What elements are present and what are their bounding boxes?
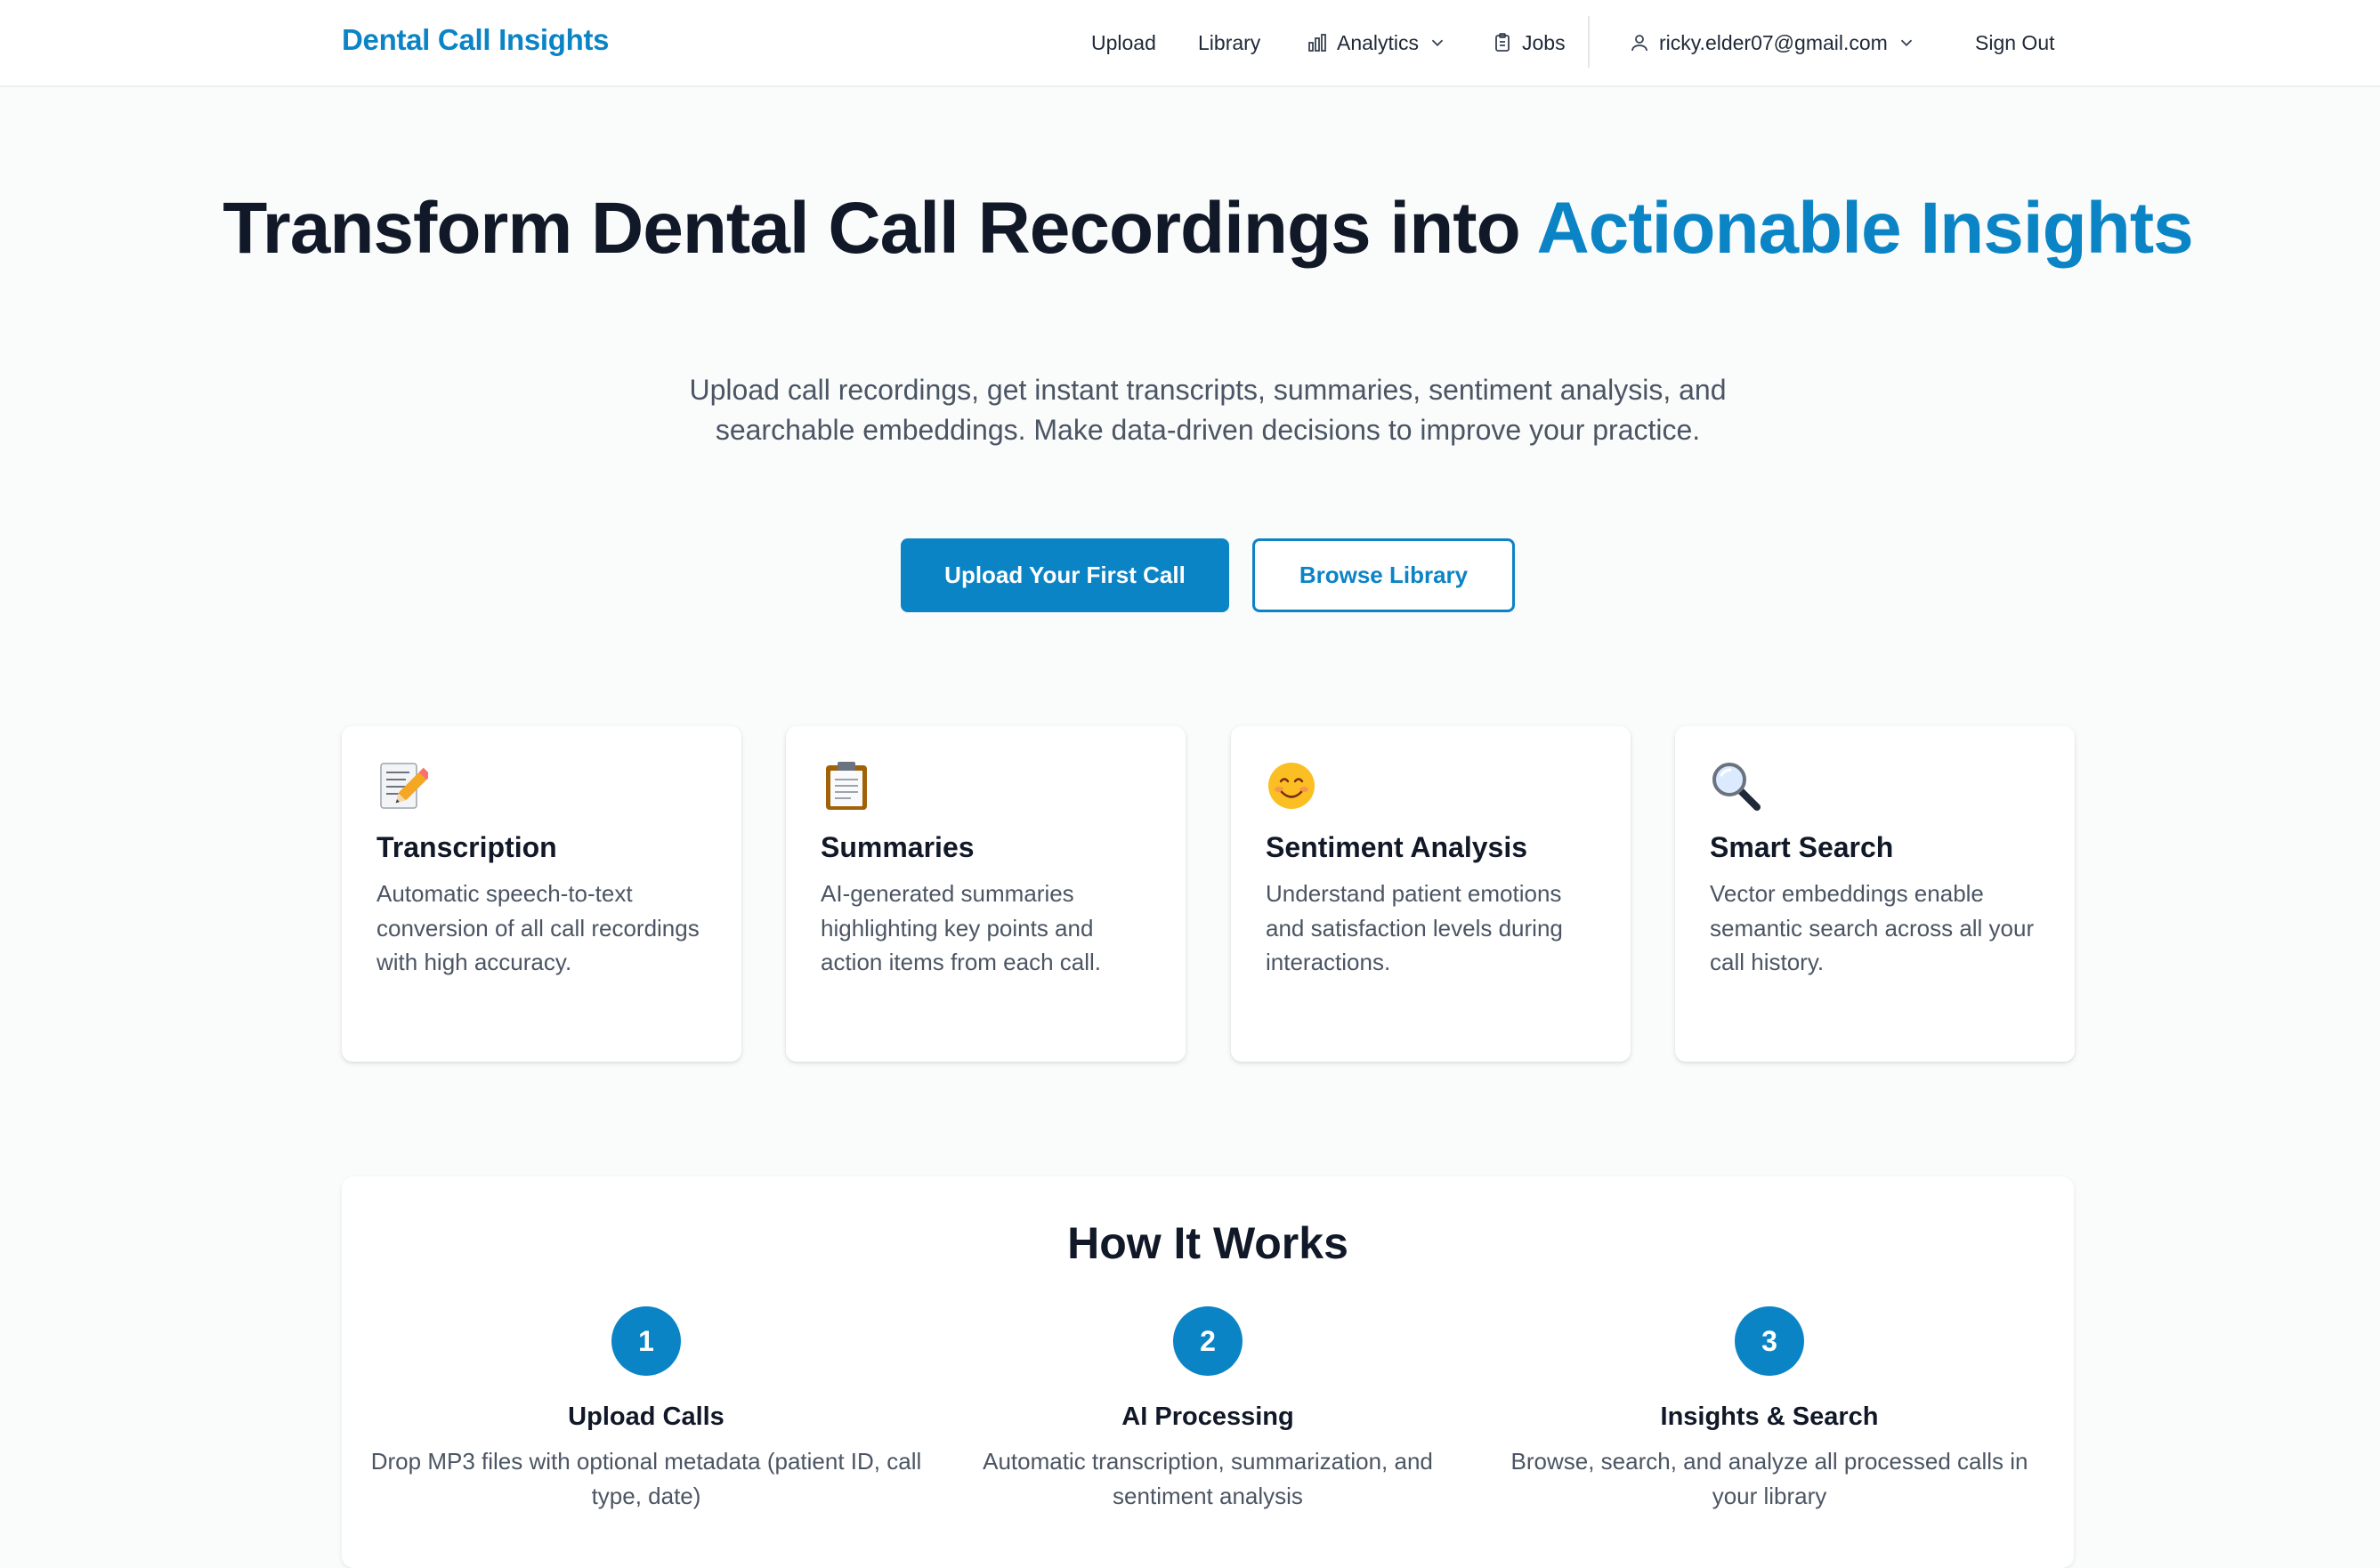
nav-analytics-label: Analytics xyxy=(1337,30,1420,54)
feature-description: AI-generated summaries highlighting key … xyxy=(821,880,1102,975)
feature-title: Smart Search xyxy=(1710,831,1894,863)
nav-library-link[interactable]: Library xyxy=(1198,31,1260,55)
memo-icon xyxy=(380,763,428,809)
how-it-works-section: How It Works 1 Upload Calls Drop MP3 fil… xyxy=(342,1176,2074,1568)
step-description: Drop MP3 files with optional metadata (p… xyxy=(370,1448,922,1509)
feature-description: Understand patient emotions and satisfac… xyxy=(1266,880,1563,975)
user-email: ricky.elder07@gmail.com xyxy=(1659,30,1888,54)
magnifying-glass-icon xyxy=(1712,763,1761,811)
chevron-down-icon xyxy=(1900,39,1912,47)
top-nav: Dental Call Insights Upload Library Anal… xyxy=(0,0,2380,87)
hero-title: Transform Dental Call Recordings into Ac… xyxy=(0,192,2380,265)
feature-card-smart-search: Smart Search Vector embeddings enable se… xyxy=(1675,726,2075,1062)
nav-analytics-dropdown[interactable]: Analytics xyxy=(1307,31,1447,55)
step-title: Insights & Search xyxy=(1660,1402,1879,1431)
feature-title: Summaries xyxy=(821,831,975,863)
hero-title-main: Transform Dental Call Recordings into xyxy=(223,188,1520,269)
feature-description: Vector embeddings enable semantic search… xyxy=(1710,880,2035,975)
step-insights-search: 3 Insights & Search Browse, search, and … xyxy=(1494,1306,2045,1514)
nav-jobs-link[interactable]: Jobs xyxy=(1492,31,1566,55)
nav-divider xyxy=(1588,16,1590,68)
hero-subtitle: Upload call recordings, get instant tran… xyxy=(689,374,1727,446)
step-upload: 1 Upload Calls Drop MP3 files with optio… xyxy=(370,1306,922,1514)
hero-title-accent: Actionable Insights xyxy=(1536,188,2193,269)
step-number-badge: 1 xyxy=(611,1306,681,1376)
feature-card-sentiment: Sentiment Analysis Understand patient em… xyxy=(1231,726,1631,1062)
feature-description: Automatic speech-to-text conversion of a… xyxy=(376,880,700,975)
chevron-down-icon xyxy=(1431,39,1444,47)
clipboard-icon xyxy=(826,762,867,810)
sign-out-button[interactable]: Sign Out xyxy=(1975,31,2055,55)
step-number-badge: 2 xyxy=(1173,1306,1243,1376)
step-ai-processing: 2 AI Processing Automatic transcription,… xyxy=(932,1306,1484,1514)
feature-title: Transcription xyxy=(376,831,557,863)
smiling-face-icon xyxy=(1268,763,1315,809)
user-menu-dropdown[interactable]: ricky.elder07@gmail.com xyxy=(1629,31,1916,55)
step-title: Upload Calls xyxy=(568,1402,725,1431)
brand-logo-text[interactable]: Dental Call Insights xyxy=(342,23,610,57)
user-icon xyxy=(1631,35,1647,52)
feature-card-summaries: Summaries AI-generated summaries highlig… xyxy=(786,726,1186,1062)
step-description: Browse, search, and analyze all processe… xyxy=(1510,1448,2028,1509)
nav-upload-link[interactable]: Upload xyxy=(1091,31,1156,55)
step-title: AI Processing xyxy=(1121,1402,1294,1431)
bar-chart-icon xyxy=(1308,34,1326,52)
step-number-badge: 3 xyxy=(1735,1306,1804,1376)
clipboard-list-icon xyxy=(1495,33,1510,52)
nav-jobs-label: Jobs xyxy=(1522,30,1566,54)
feature-card-transcription: Transcription Automatic speech-to-text c… xyxy=(342,726,741,1062)
feature-title: Sentiment Analysis xyxy=(1266,831,1528,863)
how-it-works-title: How It Works xyxy=(1067,1218,1348,1268)
upload-first-call-button[interactable]: Upload Your First Call xyxy=(901,538,1229,612)
step-description: Automatic transcription, summarization, … xyxy=(983,1448,1433,1509)
browse-library-button[interactable]: Browse Library xyxy=(1252,538,1515,612)
